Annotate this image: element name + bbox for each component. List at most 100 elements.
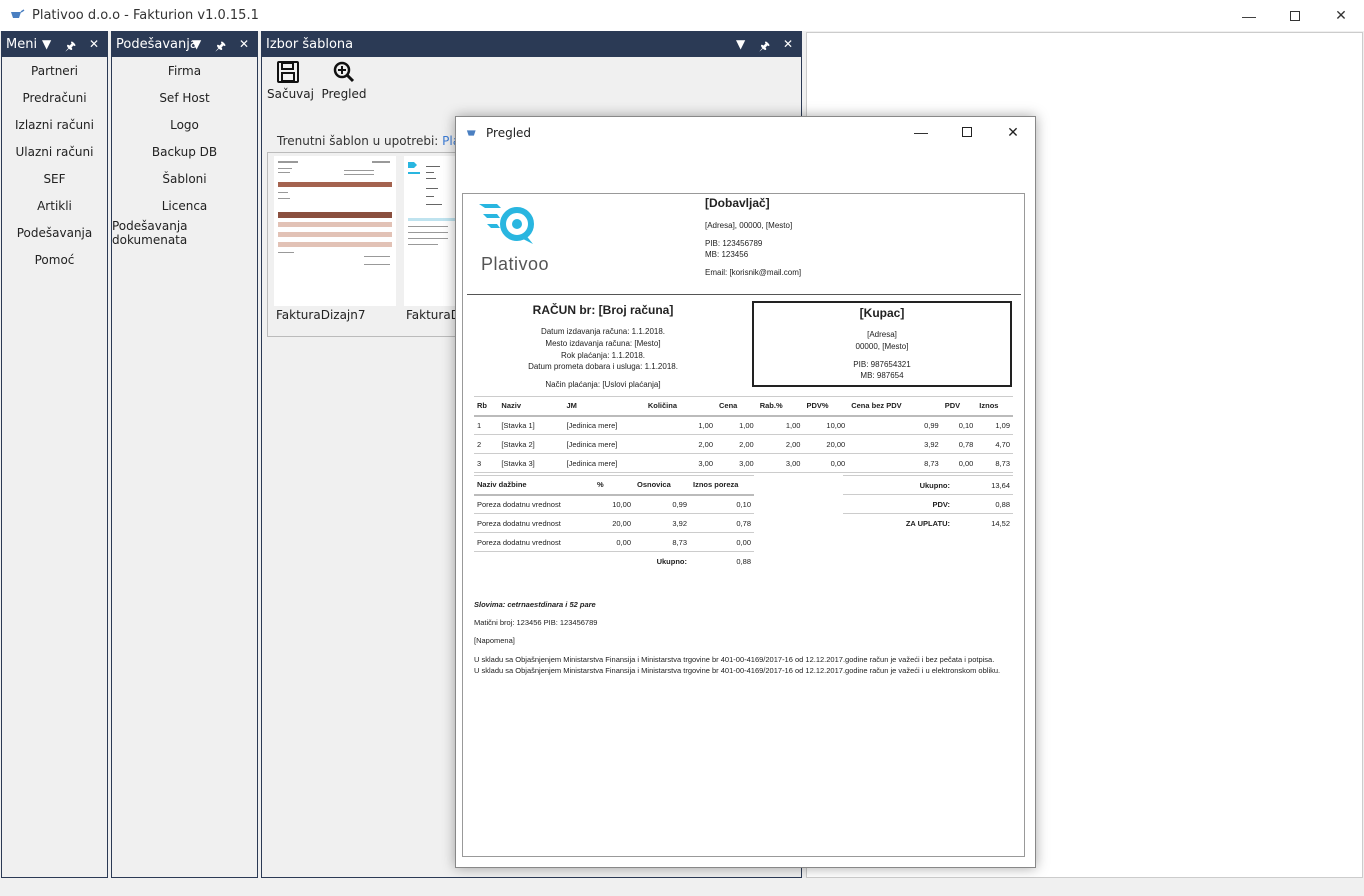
cell: 3,92 — [634, 513, 690, 533]
buyer-address: [Adresa] — [867, 330, 897, 339]
col-naziv-dazbine: Naziv dažbine — [474, 475, 594, 496]
invoice-title: RAČUN br: [Broj računa] — [532, 303, 674, 317]
preview-label: Pregled — [321, 87, 367, 101]
status-bar — [0, 878, 1364, 896]
cell: [Jedinica mere] — [563, 415, 645, 435]
close-icon[interactable]: ✕ — [783, 37, 793, 51]
cell: 20,00 — [594, 513, 634, 533]
invoice-place: Mesto izdavanja računa: [Mesto] — [545, 339, 661, 348]
cell: [Stavka 2] — [498, 434, 564, 454]
cell: 8,73 — [634, 532, 690, 552]
settings-item-logo[interactable]: Logo — [112, 111, 257, 138]
col-iznos-poreza: Iznos poreza — [690, 475, 754, 496]
pin-icon[interactable]: 🖈 — [759, 37, 770, 58]
menu-item-ulazni-racuni[interactable]: Ulazni računi — [2, 138, 107, 165]
minimize-icon: — — [914, 124, 928, 140]
template-gallery: FakturaDizajn7 FakturaDi — [267, 152, 463, 337]
settings-item-podesavanja-dokumenata[interactable]: Podešavanja dokumenata — [112, 219, 257, 247]
col-pdv-pct: PDV% — [803, 396, 849, 417]
close-icon[interactable]: ✕ — [89, 37, 99, 51]
template-preview-image — [278, 161, 392, 265]
maximize-icon — [1290, 10, 1300, 21]
tax-table: Naziv dažbine % Osnovica Iznos poreza Po… — [474, 475, 754, 571]
menu-item-artikli[interactable]: Artikli — [2, 192, 107, 219]
pdv-label: PDV: — [843, 494, 953, 514]
col-pdv: PDV — [941, 396, 977, 417]
cell: 0,10 — [690, 494, 754, 514]
close-icon: ✕ — [1007, 123, 1019, 140]
tax-header-row: Naziv dažbine % Osnovica Iznos poreza — [474, 475, 754, 496]
cell: [Jedinica mere] — [563, 434, 645, 454]
col-iznos: Iznos — [976, 396, 1013, 417]
pdv-value: 0,88 — [953, 494, 1013, 514]
maximize-button[interactable] — [1272, 0, 1318, 31]
dialog-maximize-button[interactable] — [944, 117, 990, 147]
menu-item-izlazni-racuni[interactable]: Izlazni računi — [2, 111, 107, 138]
pin-icon[interactable]: 🖈 — [215, 37, 226, 58]
dropdown-icon[interactable]: ▼ — [192, 37, 201, 51]
cell: 2 — [474, 434, 499, 454]
preview-button[interactable]: Pregled — [321, 60, 367, 101]
cell: 1,00 — [644, 415, 717, 435]
total-label: Ukupno: — [843, 475, 953, 495]
cell: [Stavka 1] — [498, 415, 564, 435]
template-thumbnail-1[interactable] — [274, 156, 396, 306]
cell: 1,00 — [716, 415, 757, 435]
current-template-label: Trenutni šablon u upotrebi: — [277, 134, 439, 148]
settings-item-licenca[interactable]: Licenca — [112, 192, 257, 219]
buyer-name: [Kupac] — [859, 306, 905, 320]
dialog-minimize-button[interactable]: — — [898, 117, 944, 147]
supplier-mb: MB: 123456 — [705, 250, 749, 259]
cell: 2,00 — [644, 434, 717, 454]
menu-item-partneri[interactable]: Partneri — [2, 57, 107, 84]
settings-item-sef-host[interactable]: Sef Host — [112, 84, 257, 111]
app-icon — [11, 9, 25, 18]
menu-item-sef[interactable]: SEF — [2, 165, 107, 192]
cell: 0,10 — [941, 415, 977, 435]
supplier-pib: PIB: 123456789 — [705, 239, 763, 248]
template-thumbnail-2[interactable] — [404, 156, 458, 306]
meni-pane: Meni ▼ 🖈 ✕ Partneri Predračuni Izlazni r… — [1, 31, 108, 878]
table-row: 2 [Stavka 2] [Jedinica mere] 2,00 2,00 2,00 20… — [474, 434, 1013, 454]
totals-row: Ukupno: 13,64 — [843, 475, 1013, 495]
settings-item-firma[interactable]: Firma — [112, 57, 257, 84]
meni-list: Partneri Predračuni Izlazni računi Ulazn… — [2, 57, 107, 273]
window-titlebar: Plativoo d.o.o - Fakturion v1.0.15.1 — ✕ — [0, 0, 1364, 31]
dropdown-icon[interactable]: ▼ — [736, 37, 745, 51]
col-rabat: Rab.% — [756, 396, 804, 417]
buyer-box: [Kupac] [Adresa] 00000, [Mesto] PIB: 987… — [752, 301, 1012, 387]
close-button[interactable]: ✕ — [1318, 0, 1364, 31]
menu-item-pomoc[interactable]: Pomoć — [2, 246, 107, 273]
items-header-row: Rb Naziv JM Količina Cena Rab.% PDV% Cen… — [474, 396, 1013, 417]
cell: 0,99 — [848, 415, 942, 435]
legal-note-2: U skladu sa Objašnjenjem Ministarstva Fi… — [474, 666, 1001, 675]
settings-item-backup-db[interactable]: Backup DB — [112, 138, 257, 165]
totals-row: PDV: 0,88 — [843, 494, 1013, 514]
za-uplatu-value: 14,52 — [991, 518, 1010, 528]
app-icon — [466, 130, 476, 136]
table-row: Poreza dodatnu vrednost 10,00 0,99 0,10 — [474, 494, 754, 514]
table-row: 3 [Stavka 3] [Jedinica mere] 3,00 3,00 3,00 0,… — [474, 453, 1013, 473]
cell: 2,00 — [756, 434, 804, 454]
zoom-in-icon — [333, 61, 355, 83]
pin-icon[interactable]: 🖈 — [65, 37, 76, 58]
dialog-close-button[interactable]: ✕ — [990, 117, 1036, 147]
za-uplatu-label: ZA UPLATU: — [905, 518, 950, 528]
save-button[interactable]: Sačuvaj — [267, 60, 314, 101]
cell: Poreza dodatnu vrednost — [474, 532, 594, 552]
col-procenat: % — [594, 475, 634, 496]
total-value: 13,64 — [953, 475, 1013, 495]
minimize-button[interactable]: — — [1226, 0, 1272, 31]
dropdown-icon[interactable]: ▼ — [42, 37, 51, 51]
izbor-pane-header: Izbor šablona ▼ 🖈 ✕ — [262, 32, 801, 57]
cell: [Jedinica mere] — [563, 453, 645, 473]
menu-item-podesavanja[interactable]: Podešavanja — [2, 219, 107, 246]
col-osnovica: Osnovica — [634, 475, 690, 496]
cell: Poreza dodatnu vrednost — [474, 494, 594, 514]
close-icon[interactable]: ✕ — [239, 37, 249, 51]
menu-item-predracuni[interactable]: Predračuni — [2, 84, 107, 111]
settings-item-sabloni[interactable]: Šabloni — [112, 165, 257, 192]
tax-total-value: 0,88 — [736, 556, 751, 566]
cell — [474, 552, 594, 571]
cell: 3,92 — [848, 434, 942, 454]
